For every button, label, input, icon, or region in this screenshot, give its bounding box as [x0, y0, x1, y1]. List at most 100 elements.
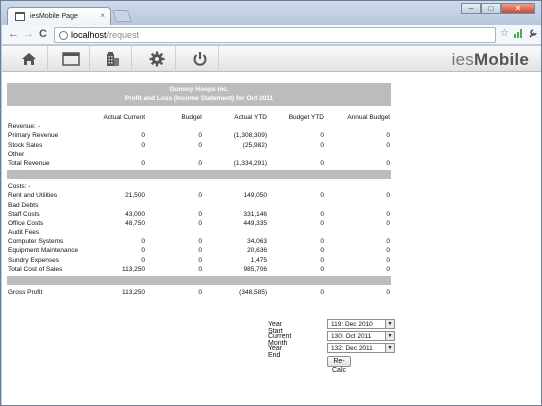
column-header: Actual Current	[103, 114, 145, 121]
window-icon[interactable]	[52, 46, 90, 72]
star-icon[interactable]: ☆	[500, 28, 509, 40]
close-window-button[interactable]: ✕	[501, 3, 535, 14]
row-label: Equipment Maintenance	[8, 247, 79, 255]
row-label: Computer Systems	[8, 238, 64, 246]
row-value: (1,334,291)	[233, 159, 267, 167]
minimize-button[interactable]: –	[461, 3, 481, 14]
table-row: Office Costs 48,750 0 449,335 0 0	[7, 219, 391, 228]
address-bar[interactable]: localhost/request	[54, 27, 496, 43]
chevron-down-icon[interactable]: ▼	[385, 320, 394, 328]
row-label: Gross Profit	[8, 289, 43, 296]
row-value: 0	[141, 141, 145, 149]
row-label: Primary Revenue	[8, 132, 59, 140]
revenue-heading: Revenue: -	[8, 123, 40, 131]
new-tab-button[interactable]	[111, 10, 133, 22]
profit-loss-report: Gummy Hoops Inc. Profit and Loss (Income…	[7, 83, 391, 297]
forward-button[interactable]: →	[23, 28, 34, 40]
row-value: 0	[198, 265, 202, 273]
row-value: 0	[320, 192, 324, 200]
building-icon[interactable]	[94, 46, 132, 72]
globe-icon	[59, 31, 68, 40]
tab-title: iesMobile Page	[30, 13, 78, 20]
tab-close-icon[interactable]: ×	[100, 11, 105, 20]
cost-rows: Rent and Utilities 21,500 0 149,050 0 0 Bad De…	[7, 191, 391, 274]
reload-button[interactable]: C	[39, 28, 47, 40]
row-label: Rent and Utilities	[8, 192, 58, 200]
row-value: 0	[320, 238, 324, 246]
row-value: 0	[141, 247, 145, 255]
row-value: 0	[386, 247, 390, 255]
row-value: 21,500	[125, 192, 145, 200]
tab-strip: iesMobile Page × – □ ✕	[1, 1, 541, 25]
row-label: Total Revenue	[8, 159, 50, 167]
column-header-row: Actual Current Budget Actual YTD Budget …	[7, 113, 391, 122]
year-end-select[interactable]: 132: Dec 2011 ▼	[327, 343, 395, 353]
row-value: 113,250	[121, 289, 145, 296]
back-button[interactable]: ←	[8, 28, 19, 40]
signal-icon	[514, 28, 524, 42]
row-value: 48,750	[125, 219, 145, 227]
row-value: 20,636	[247, 247, 267, 255]
costs-heading: Costs: -	[8, 183, 31, 191]
row-value: 0	[386, 159, 390, 167]
row-value: 0	[320, 289, 324, 296]
row-value: 449,335	[243, 219, 268, 227]
row-value: 985,706	[243, 265, 268, 273]
gross-profit-row: Gross Profit 113,250 0 (348,585) 0 0	[7, 288, 391, 297]
brand-prefix: ies	[451, 50, 474, 69]
maximize-button[interactable]: □	[481, 3, 501, 14]
wrench-icon[interactable]	[528, 28, 538, 42]
year-end-label: Year End	[268, 345, 283, 359]
year-start-select[interactable]: 119: Dec 2010 ▼	[327, 319, 395, 329]
row-value: 0	[386, 132, 390, 140]
table-row: Total Revenue 0 0 (1,334,291) 0 0	[7, 159, 391, 168]
row-value: (348,585)	[239, 289, 267, 296]
section-heading: Revenue: -	[7, 122, 391, 131]
table-row: Audit Fees	[7, 228, 391, 237]
row-value: 0	[141, 256, 145, 264]
row-value: 0	[320, 265, 324, 273]
browser-tab[interactable]: iesMobile Page ×	[7, 7, 111, 25]
recalc-button[interactable]: Re-Calc	[327, 356, 352, 374]
section-divider	[7, 276, 391, 285]
table-row: Primary Revenue 0 0 (1,308,309) 0 0	[7, 131, 391, 140]
row-value: 0	[320, 141, 324, 149]
browser-window: iesMobile Page × – □ ✕ ← → C localhost/r…	[0, 0, 542, 406]
row-value: 0	[198, 289, 202, 296]
column-header: Actual YTD	[234, 114, 267, 121]
row-value: 0	[386, 256, 390, 264]
url-path: /request	[106, 30, 140, 40]
gear-icon[interactable]	[138, 46, 176, 72]
row-value: (1,308,309)	[233, 132, 267, 140]
current-month-select[interactable]: 130: Oct 2011 ▼	[327, 331, 395, 341]
row-value: 0	[198, 256, 202, 264]
chevron-down-icon[interactable]: ▼	[385, 332, 394, 340]
row-value: 331,146	[243, 210, 268, 218]
row-value: 0	[198, 192, 202, 200]
row-value: 0	[198, 159, 202, 167]
row-label: Total Cost of Sales	[8, 265, 63, 273]
page-favicon-icon	[15, 12, 25, 21]
app-toolbar: iesMobile	[2, 46, 541, 72]
row-value: 34,063	[247, 238, 267, 246]
row-value: 0	[141, 159, 145, 167]
company-name: Gummy Hoops Inc.	[169, 86, 229, 93]
column-header: Budget	[181, 114, 202, 121]
table-row: Sundry Expenses 0 0 1,475 0 0	[7, 256, 391, 265]
column-header: Budget YTD	[288, 114, 324, 121]
row-value: (25,982)	[242, 141, 267, 149]
row-value: 0	[320, 210, 324, 218]
row-value: 0	[386, 210, 390, 218]
chevron-down-icon[interactable]: ▼	[385, 344, 394, 352]
home-icon[interactable]	[10, 46, 48, 72]
row-label: Audit Fees	[8, 229, 40, 237]
row-label: Bad Debts	[8, 201, 39, 209]
row-value: 0	[198, 210, 202, 218]
year-start-value: 119: Dec 2010	[331, 321, 373, 328]
table-row: Gross Profit 113,250 0 (348,585) 0 0	[7, 288, 391, 297]
power-icon[interactable]	[181, 46, 219, 72]
table-row: Other	[7, 150, 391, 159]
row-value: 0	[386, 219, 390, 227]
row-label: Other	[8, 150, 25, 158]
row-value: 0	[198, 238, 202, 246]
